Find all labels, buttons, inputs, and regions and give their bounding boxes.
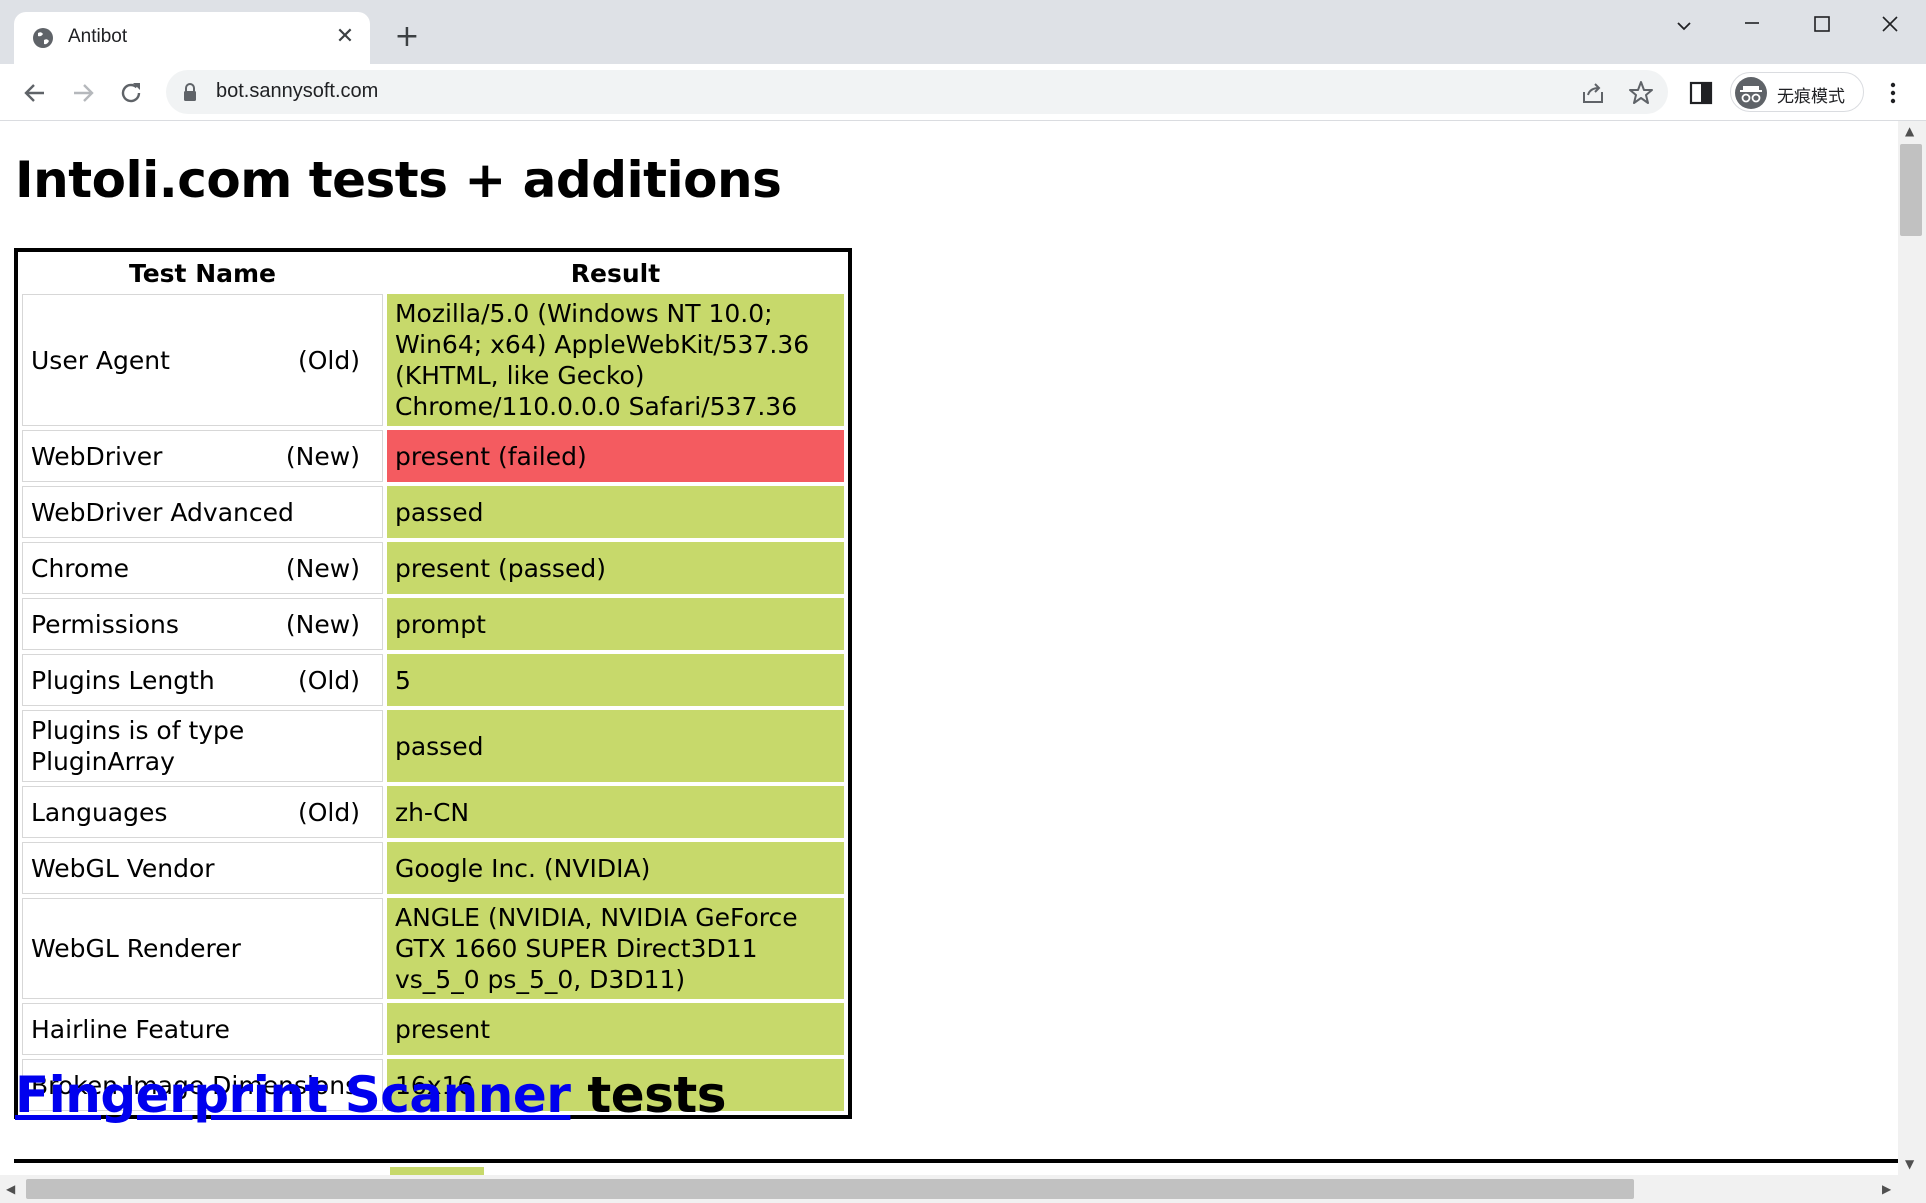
tab-search-icon[interactable]: [1664, 12, 1704, 42]
test-name-cell: WebDriver Advanced: [22, 486, 383, 538]
scroll-right-arrow-icon[interactable]: ▶: [1882, 1182, 1891, 1196]
table-row: Chrome (New) present (passed): [22, 542, 844, 594]
test-result-cell: Google Inc. (NVIDIA): [386, 842, 844, 894]
scroll-down-arrow-icon[interactable]: ▼: [1905, 1157, 1914, 1171]
fingerprint-table-border: [14, 1159, 1898, 1163]
table-row: Hairline Feature present: [22, 1003, 844, 1055]
test-name-cell: User Agent (Old): [22, 294, 383, 426]
vertical-scroll-thumb[interactable]: [1900, 144, 1922, 236]
maximize-icon[interactable]: [1802, 12, 1842, 42]
lock-icon[interactable]: [182, 82, 198, 102]
test-name: User Agent: [31, 345, 170, 375]
table-header-row: Test Name Result: [22, 256, 844, 290]
test-result-cell: 5: [386, 654, 844, 706]
tab-title: Antibot: [68, 26, 128, 47]
fingerprint-scanner-link[interactable]: Fingerprint Scanner: [15, 1066, 571, 1124]
bookmark-star-icon[interactable]: [1628, 80, 1654, 106]
vertical-scrollbar[interactable]: [1898, 121, 1926, 1175]
test-result-cell: Mozilla/5.0 (Windows NT 10.0; Win64; x64…: [386, 294, 844, 426]
table-row: WebDriver (New) present (failed): [22, 430, 844, 482]
test-name-cell: WebGL Renderer: [22, 898, 383, 999]
address-bar[interactable]: bot.sannysoft.com: [166, 70, 1668, 114]
test-name-cell: WebGL Vendor: [22, 842, 383, 894]
incognito-profile-button[interactable]: 无痕模式: [1730, 72, 1864, 112]
test-name-cell: WebDriver (New): [22, 430, 383, 482]
test-name-cell: Plugins Length (Old): [22, 654, 383, 706]
test-name-cell: Plugins is of type PluginArray: [22, 710, 383, 782]
test-name: WebGL Renderer: [31, 934, 241, 963]
table-row: WebGL Renderer ANGLE (NVIDIA, NVIDIA GeFo…: [22, 898, 844, 999]
test-result-cell: present: [386, 1003, 844, 1055]
test-result-cell: prompt: [386, 598, 844, 650]
test-result-cell: zh-CN: [386, 786, 844, 838]
incognito-icon: [1735, 77, 1767, 109]
profile-label: 无痕模式: [1777, 87, 1845, 107]
minimize-icon[interactable]: [1732, 12, 1772, 42]
test-version-tag: (Old): [297, 797, 360, 827]
test-result-cell: present (passed): [386, 542, 844, 594]
table-row: WebDriver Advanced passed: [22, 486, 844, 538]
table-row: User Agent (Old) Mozilla/5.0 (Windows NT 1…: [22, 294, 844, 426]
test-result-cell: passed: [386, 710, 844, 782]
url-text[interactable]: bot.sannysoft.com: [216, 80, 378, 103]
scroll-up-arrow-icon[interactable]: ▲: [1905, 124, 1914, 138]
test-version-tag: (Old): [297, 345, 360, 375]
header-test-name: Test Name: [128, 258, 276, 288]
horizontal-scroll-thumb[interactable]: [26, 1179, 1634, 1199]
browser-toolbar: bot.sannysoft.com 无痕模式: [0, 64, 1926, 121]
page-title: Intoli.com tests + additions: [15, 151, 782, 209]
table-row: Languages (Old) zh-CN: [22, 786, 844, 838]
fingerprint-heading: Fingerprint Scanner tests: [15, 1066, 727, 1124]
browser-titlebar: Antibot ✕ +: [0, 0, 1926, 64]
test-version-tag: (Old): [297, 665, 360, 695]
test-name: Languages: [31, 797, 168, 827]
reload-icon[interactable]: [116, 78, 146, 108]
table-row: WebGL Vendor Google Inc. (NVIDIA): [22, 842, 844, 894]
forward-arrow-icon[interactable]: [68, 78, 98, 108]
test-result-cell: passed: [386, 486, 844, 538]
test-version-tag: (New): [285, 441, 360, 471]
test-name-cell: Languages (Old): [22, 786, 383, 838]
new-tab-button[interactable]: +: [392, 22, 422, 52]
scroll-left-arrow-icon[interactable]: ◀: [6, 1182, 15, 1196]
test-name: Plugins is of type PluginArray: [31, 716, 245, 776]
test-name: WebDriver: [31, 441, 163, 471]
test-version-tag: (New): [285, 553, 360, 583]
fingerprint-heading-suffix: tests: [570, 1066, 727, 1124]
test-version-tag: (New): [285, 609, 360, 639]
side-panel-icon[interactable]: [1688, 80, 1714, 106]
test-result-cell: present (failed): [386, 430, 844, 482]
test-name-cell: Permissions (New): [22, 598, 383, 650]
page-viewport: Intoli.com tests + additions Test Name R…: [0, 121, 1898, 1175]
test-name: Permissions: [31, 609, 179, 639]
browser-tab[interactable]: Antibot ✕: [14, 12, 370, 64]
test-name-cell: Hairline Feature: [22, 1003, 383, 1055]
table-row: Plugins is of type PluginArray passed: [22, 710, 844, 782]
header-result: Result: [570, 258, 661, 288]
fingerprint-table-cell: [390, 1167, 484, 1175]
close-tab-icon[interactable]: ✕: [332, 24, 358, 50]
test-name: Chrome: [31, 553, 130, 583]
test-name: WebGL Vendor: [31, 853, 215, 883]
intoli-tests-table: Test Name Result User Agent (Old) Mozilla/…: [14, 248, 852, 1119]
test-name: WebDriver Advanced: [31, 497, 294, 527]
globe-icon: [33, 28, 53, 48]
back-arrow-icon[interactable]: [20, 78, 50, 108]
share-icon[interactable]: [1580, 80, 1606, 106]
menu-kebab-icon[interactable]: [1880, 80, 1906, 106]
test-result-cell: ANGLE (NVIDIA, NVIDIA GeForce GTX 1660 S…: [386, 898, 844, 999]
table-row: Permissions (New) prompt: [22, 598, 844, 650]
close-window-icon[interactable]: [1870, 12, 1910, 42]
test-name-cell: Chrome (New): [22, 542, 383, 594]
test-name: Plugins Length: [31, 665, 215, 695]
test-name: Hairline Feature: [31, 1014, 230, 1044]
table-row: Plugins Length (Old) 5: [22, 654, 844, 706]
